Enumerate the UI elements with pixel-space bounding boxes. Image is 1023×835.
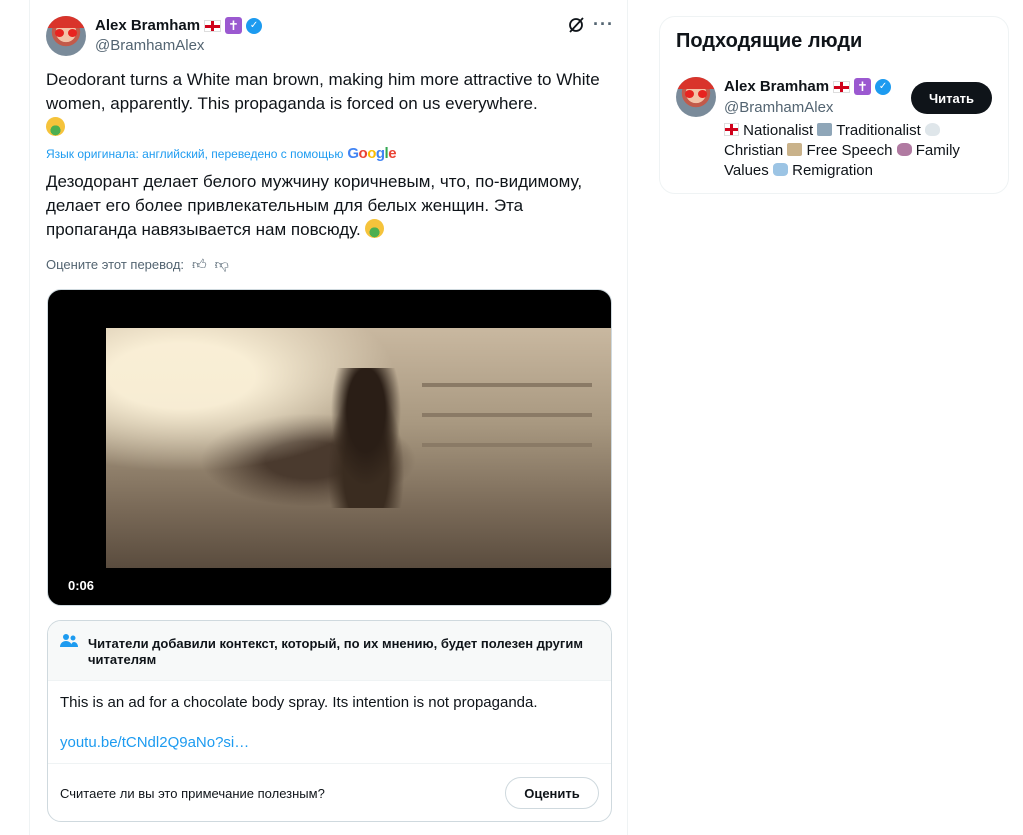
rate-translation-row: Оцените этот перевод: 👍︎ 👎︎ <box>46 256 229 273</box>
nauseated-face-icon <box>46 117 65 136</box>
author-avatar[interactable] <box>46 16 86 56</box>
tweet-text-original: Deodorant turns a White man brown, makin… <box>46 70 600 113</box>
translation-note-text[interactable]: Язык оригинала: английский, переведено с… <box>46 147 343 161</box>
video-player[interactable]: 0:06 <box>47 289 612 606</box>
helpful-question: Считаете ли вы это примечание полезным? <box>60 786 325 801</box>
england-flag-icon <box>204 19 222 32</box>
nauseated-face-icon <box>365 219 385 238</box>
community-note: Читатели добавили контекст, который, по … <box>47 620 612 822</box>
community-note-link[interactable]: youtu.be/tCNdl2Q9aNo?si… <box>60 734 249 751</box>
suggested-avatar[interactable] <box>676 77 716 117</box>
latin-cross-icon: ✝ <box>854 78 872 95</box>
community-note-title: Читатели добавили контекст, который, по … <box>88 636 583 667</box>
suggested-name[interactable]: Alex Bramham <box>724 78 829 95</box>
bio-part: Christian <box>724 142 784 159</box>
more-icon[interactable]: ··· <box>593 14 614 35</box>
author-handle[interactable]: @BramhamAlex <box>95 37 204 54</box>
verified-badge-icon[interactable]: ✓ <box>246 17 263 34</box>
community-note-header: Читатели добавили контекст, который, по … <box>48 621 611 681</box>
community-note-body: This is an ad for a chocolate body spray… <box>60 694 538 711</box>
video-frame[interactable] <box>106 328 611 568</box>
verified-badge-icon[interactable]: ✓ <box>875 78 892 95</box>
suggested-handle[interactable]: @BramhamAlex <box>724 99 833 116</box>
family-icon <box>896 143 912 156</box>
bio-part: Nationalist <box>743 122 814 139</box>
placard-icon <box>787 143 803 156</box>
suggested-name-row: Alex Bramham ✝ ✓ <box>724 78 892 95</box>
tweet-text: Deodorant turns a White man brown, makin… <box>46 68 606 140</box>
bio-part: Free Speech <box>806 142 893 159</box>
author-name[interactable]: Alex Bramham <box>95 17 200 34</box>
video-timestamp: 0:06 <box>68 578 95 593</box>
rate-note-button[interactable]: Оценить <box>505 777 599 809</box>
suggested-bio: Nationalist Traditionalist Christian Fre… <box>724 121 984 181</box>
grok-icon[interactable] <box>567 16 585 39</box>
thumbs-down-icon[interactable]: 👎︎ <box>215 256 229 273</box>
thumbs-up-icon[interactable]: 👍︎ <box>192 256 207 273</box>
suggested-people-card: Подходящие люди Alex Bramham ✝ ✓ @Bramha… <box>659 16 1009 194</box>
video-figures <box>321 368 411 508</box>
tweet-translated-text: Дезодорант делает белого мужчину коричне… <box>46 170 616 242</box>
suggested-people-title: Подходящие люди <box>676 30 863 52</box>
tweet-column: Alex Bramham ✝ ✓ @BramhamAlex ··· Deodor… <box>29 0 628 835</box>
tweet-text-translated: Дезодорант делает белого мужчину коричне… <box>46 172 583 239</box>
follow-button[interactable]: Читать <box>911 82 992 114</box>
dove-icon <box>924 123 940 136</box>
england-flag-icon <box>833 80 851 93</box>
author-name-row: Alex Bramham ✝ ✓ <box>95 17 263 34</box>
england-flag-icon <box>724 123 739 136</box>
translation-note: Язык оригинала: английский, переведено с… <box>46 145 397 162</box>
latin-cross-icon: ✝ <box>225 17 243 34</box>
bio-part: Remigration <box>792 162 873 179</box>
radio-icon <box>817 123 833 136</box>
rate-translation-label: Оцените этот перевод: <box>46 257 185 272</box>
airplane-icon <box>772 163 788 176</box>
google-logo: Google <box>347 145 397 162</box>
community-note-footer: Считаете ли вы это примечание полезным? … <box>48 763 611 821</box>
bio-part: Traditionalist <box>836 122 921 139</box>
people-icon <box>60 633 78 653</box>
